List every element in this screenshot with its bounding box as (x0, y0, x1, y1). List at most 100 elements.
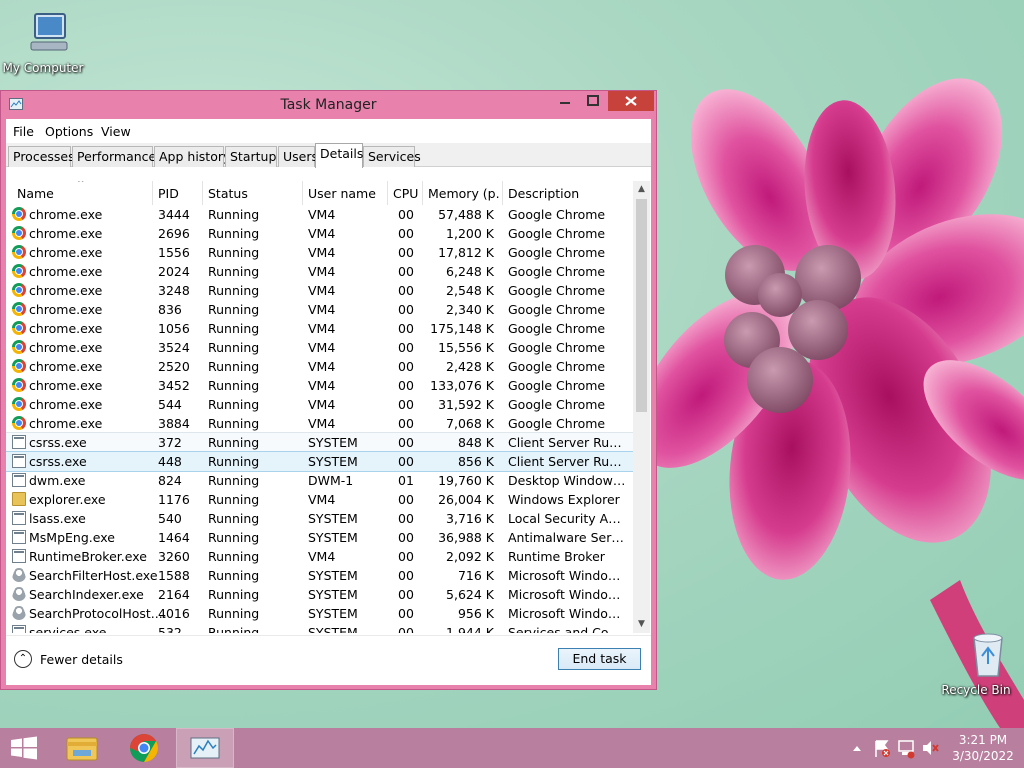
table-row[interactable]: chrome.exe 3444 Running VM4 00 57,488 K Google… (6, 205, 633, 224)
network-button[interactable] (896, 728, 916, 768)
table-row[interactable]: services.exe 532 Running SYSTEM 00 1,944 K Ser… (6, 623, 633, 633)
tab-startup[interactable]: Startup (225, 146, 277, 167)
table-row[interactable]: chrome.exe 2520 Running VM4 00 2,428 K Google … (6, 357, 633, 376)
volume-button[interactable] (920, 728, 940, 768)
table-row[interactable]: explorer.exe 1176 Running VM4 00 26,004 K Wind… (6, 490, 633, 509)
process-description: Microsoft Windows ... (508, 568, 628, 583)
process-pid: 372 (158, 435, 182, 450)
table-row[interactable]: chrome.exe 544 Running VM4 00 31,592 K Google … (6, 395, 633, 414)
process-name: chrome.exe (29, 378, 103, 393)
table-row[interactable]: csrss.exe 448 Running SYSTEM 00 856 K Client S… (6, 451, 633, 472)
column-pid[interactable]: PID (158, 186, 179, 201)
clock[interactable]: 3:21 PM 3/30/2022 (948, 732, 1018, 764)
app-process-icon (12, 511, 26, 525)
column-memory[interactable]: Memory (p... (428, 186, 500, 201)
process-description: Client Server Runtim... (508, 435, 628, 450)
menu-bar: File Options View (6, 119, 651, 143)
table-row[interactable]: SearchFilterHost.exe 1588 Running SYSTEM 00 7… (6, 566, 633, 585)
process-memory: 36,988 K (438, 530, 494, 545)
table-row[interactable]: chrome.exe 3452 Running VM4 00 133,076 K Googl… (6, 376, 633, 395)
process-name: csrss.exe (29, 435, 87, 450)
column-divider[interactable] (387, 181, 388, 205)
process-cpu: 00 (398, 207, 414, 222)
table-row[interactable]: csrss.exe 372 Running SYSTEM 00 848 K Client S… (6, 432, 633, 453)
table-row[interactable]: chrome.exe 2024 Running VM4 00 6,248 K Google … (6, 262, 633, 281)
process-status: Running (208, 283, 260, 298)
title-bar[interactable]: Task Manager (1, 91, 656, 119)
maximize-button[interactable] (579, 91, 607, 111)
process-memory: 848 K (457, 435, 494, 450)
clock-time: 3:21 PM (958, 733, 1008, 747)
chrome-process-icon (12, 378, 26, 392)
process-description: Google Chrome (508, 378, 606, 393)
tab-users[interactable]: Users (278, 146, 318, 167)
app-process-icon (12, 625, 26, 633)
menu-file[interactable]: File (13, 124, 34, 139)
task-manager-icon (190, 737, 220, 759)
taskbar-chrome[interactable] (115, 728, 173, 768)
process-user: SYSTEM (308, 568, 358, 583)
column-name[interactable]: Name (17, 186, 54, 201)
table-row[interactable]: chrome.exe 836 Running VM4 00 2,340 K Google C… (6, 300, 633, 319)
tab-details[interactable]: Details (315, 143, 363, 168)
tab-performance[interactable]: Performance (72, 146, 156, 167)
table-row[interactable]: RuntimeBroker.exe 3260 Running VM4 00 2,092 K… (6, 547, 633, 566)
table-row[interactable]: chrome.exe 2696 Running VM4 00 1,200 K Google … (6, 224, 633, 243)
column-headers: ^ Name PID Status User name CPU Memory (… (6, 181, 631, 205)
table-row[interactable]: chrome.exe 1056 Running VM4 00 175,148 K Googl… (6, 319, 633, 338)
scroll-thumb[interactable] (636, 199, 647, 412)
table-row[interactable]: chrome.exe 1556 Running VM4 00 17,812 K Google… (6, 243, 633, 262)
column-cpu[interactable]: CPU (393, 186, 418, 201)
column-divider[interactable] (422, 181, 423, 205)
show-hidden-icons-icon (853, 746, 861, 751)
table-row[interactable]: SearchProtocolHost.... 4016 Running SYSTEM 0… (6, 604, 633, 623)
vertical-scrollbar[interactable]: ▲ ▼ (633, 181, 650, 633)
action-center-button[interactable] (872, 728, 892, 768)
column-status[interactable]: Status (208, 186, 248, 201)
menu-view[interactable]: View (101, 124, 131, 139)
process-user: VM4 (308, 549, 336, 564)
process-status: Running (208, 207, 260, 222)
start-button[interactable] (0, 728, 48, 768)
minimize-button[interactable] (551, 91, 579, 111)
table-row[interactable]: chrome.exe 3884 Running VM4 00 7,068 K Google … (6, 414, 633, 433)
process-user: VM4 (308, 378, 336, 393)
computer-icon (30, 13, 68, 51)
scroll-up-arrow-icon[interactable]: ▲ (633, 181, 650, 198)
table-row[interactable]: MsMpEng.exe 1464 Running SYSTEM 00 36,988 K An… (6, 528, 633, 547)
table-row[interactable]: dwm.exe 824 Running DWM-1 01 19,760 K Desktop … (6, 471, 633, 490)
table-row[interactable]: chrome.exe 3248 Running VM4 00 2,548 K Google … (6, 281, 633, 300)
process-memory: 6,248 K (446, 264, 494, 279)
column-divider[interactable] (302, 181, 303, 205)
process-status: Running (208, 302, 260, 317)
column-description[interactable]: Description (508, 186, 579, 201)
process-pid: 824 (158, 473, 182, 488)
table-row[interactable]: chrome.exe 3524 Running VM4 00 15,556 K Google… (6, 338, 633, 357)
recycle-bin-desktop-icon[interactable]: Recycle Bin (933, 630, 1019, 697)
table-row[interactable]: lsass.exe 540 Running SYSTEM 00 3,716 K Local … (6, 509, 633, 528)
show-hidden-icons-button[interactable] (850, 728, 864, 768)
process-pid: 448 (158, 454, 182, 469)
taskbar-file-explorer[interactable] (53, 728, 111, 768)
tab-services[interactable]: Services (363, 146, 421, 167)
column-divider[interactable] (152, 181, 153, 205)
column-divider[interactable] (502, 181, 503, 205)
app-process-icon (12, 454, 26, 468)
my-computer-desktop-icon[interactable]: My Computer (0, 8, 86, 75)
tab-app-history[interactable]: App history (154, 146, 230, 167)
column-user-name[interactable]: User name (308, 186, 376, 201)
scroll-down-arrow-icon[interactable]: ▼ (633, 616, 650, 633)
taskbar-task-manager[interactable] (176, 728, 234, 768)
column-divider[interactable] (202, 181, 203, 205)
process-memory: 57,488 K (438, 207, 494, 222)
maximize-icon (587, 95, 599, 106)
end-task-button[interactable]: End task (558, 648, 641, 670)
menu-options[interactable]: Options (45, 124, 93, 139)
process-name: lsass.exe (29, 511, 86, 526)
process-pid: 544 (158, 397, 182, 412)
process-name: chrome.exe (29, 359, 103, 374)
close-button[interactable] (608, 91, 654, 111)
tab-processes[interactable]: Processes (8, 146, 75, 167)
table-row[interactable]: SearchIndexer.exe 2164 Running SYSTEM 00 5,62… (6, 585, 633, 604)
process-user: DWM-1 (308, 473, 354, 488)
